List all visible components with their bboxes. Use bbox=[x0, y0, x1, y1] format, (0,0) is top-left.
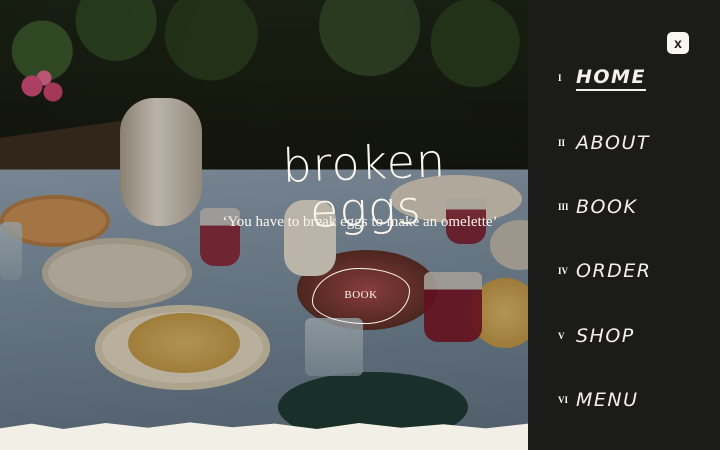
nav-item-home[interactable]: I HOME bbox=[558, 63, 646, 93]
nav-item-about[interactable]: II ABOUT bbox=[558, 128, 650, 158]
nav-item-menu[interactable]: VI MENU bbox=[558, 385, 639, 415]
nav-numeral: IV bbox=[558, 266, 569, 276]
nav-numeral: V bbox=[558, 331, 565, 341]
nav-item-order[interactable]: IV ORDER bbox=[558, 256, 652, 286]
close-icon[interactable]: x bbox=[667, 32, 689, 54]
nav-numeral: II bbox=[558, 138, 566, 148]
nav-label: SHOP bbox=[576, 325, 635, 347]
nav-label: ORDER bbox=[576, 260, 652, 282]
nav-label: BOOK bbox=[576, 196, 638, 218]
nav-item-book[interactable]: III BOOK bbox=[558, 192, 637, 222]
nav-numeral: VI bbox=[558, 395, 569, 405]
nav-numeral: I bbox=[558, 73, 562, 83]
nav-label: MENU bbox=[576, 389, 639, 411]
nav-label: ABOUT bbox=[576, 132, 650, 154]
tagline: ‘You have to break eggs to make an omele… bbox=[222, 214, 498, 230]
book-button-label: BOOK bbox=[344, 289, 378, 301]
nav-numeral: III bbox=[558, 202, 569, 212]
nav-label: HOME bbox=[576, 66, 646, 91]
nav-item-shop[interactable]: V SHOP bbox=[558, 321, 635, 351]
